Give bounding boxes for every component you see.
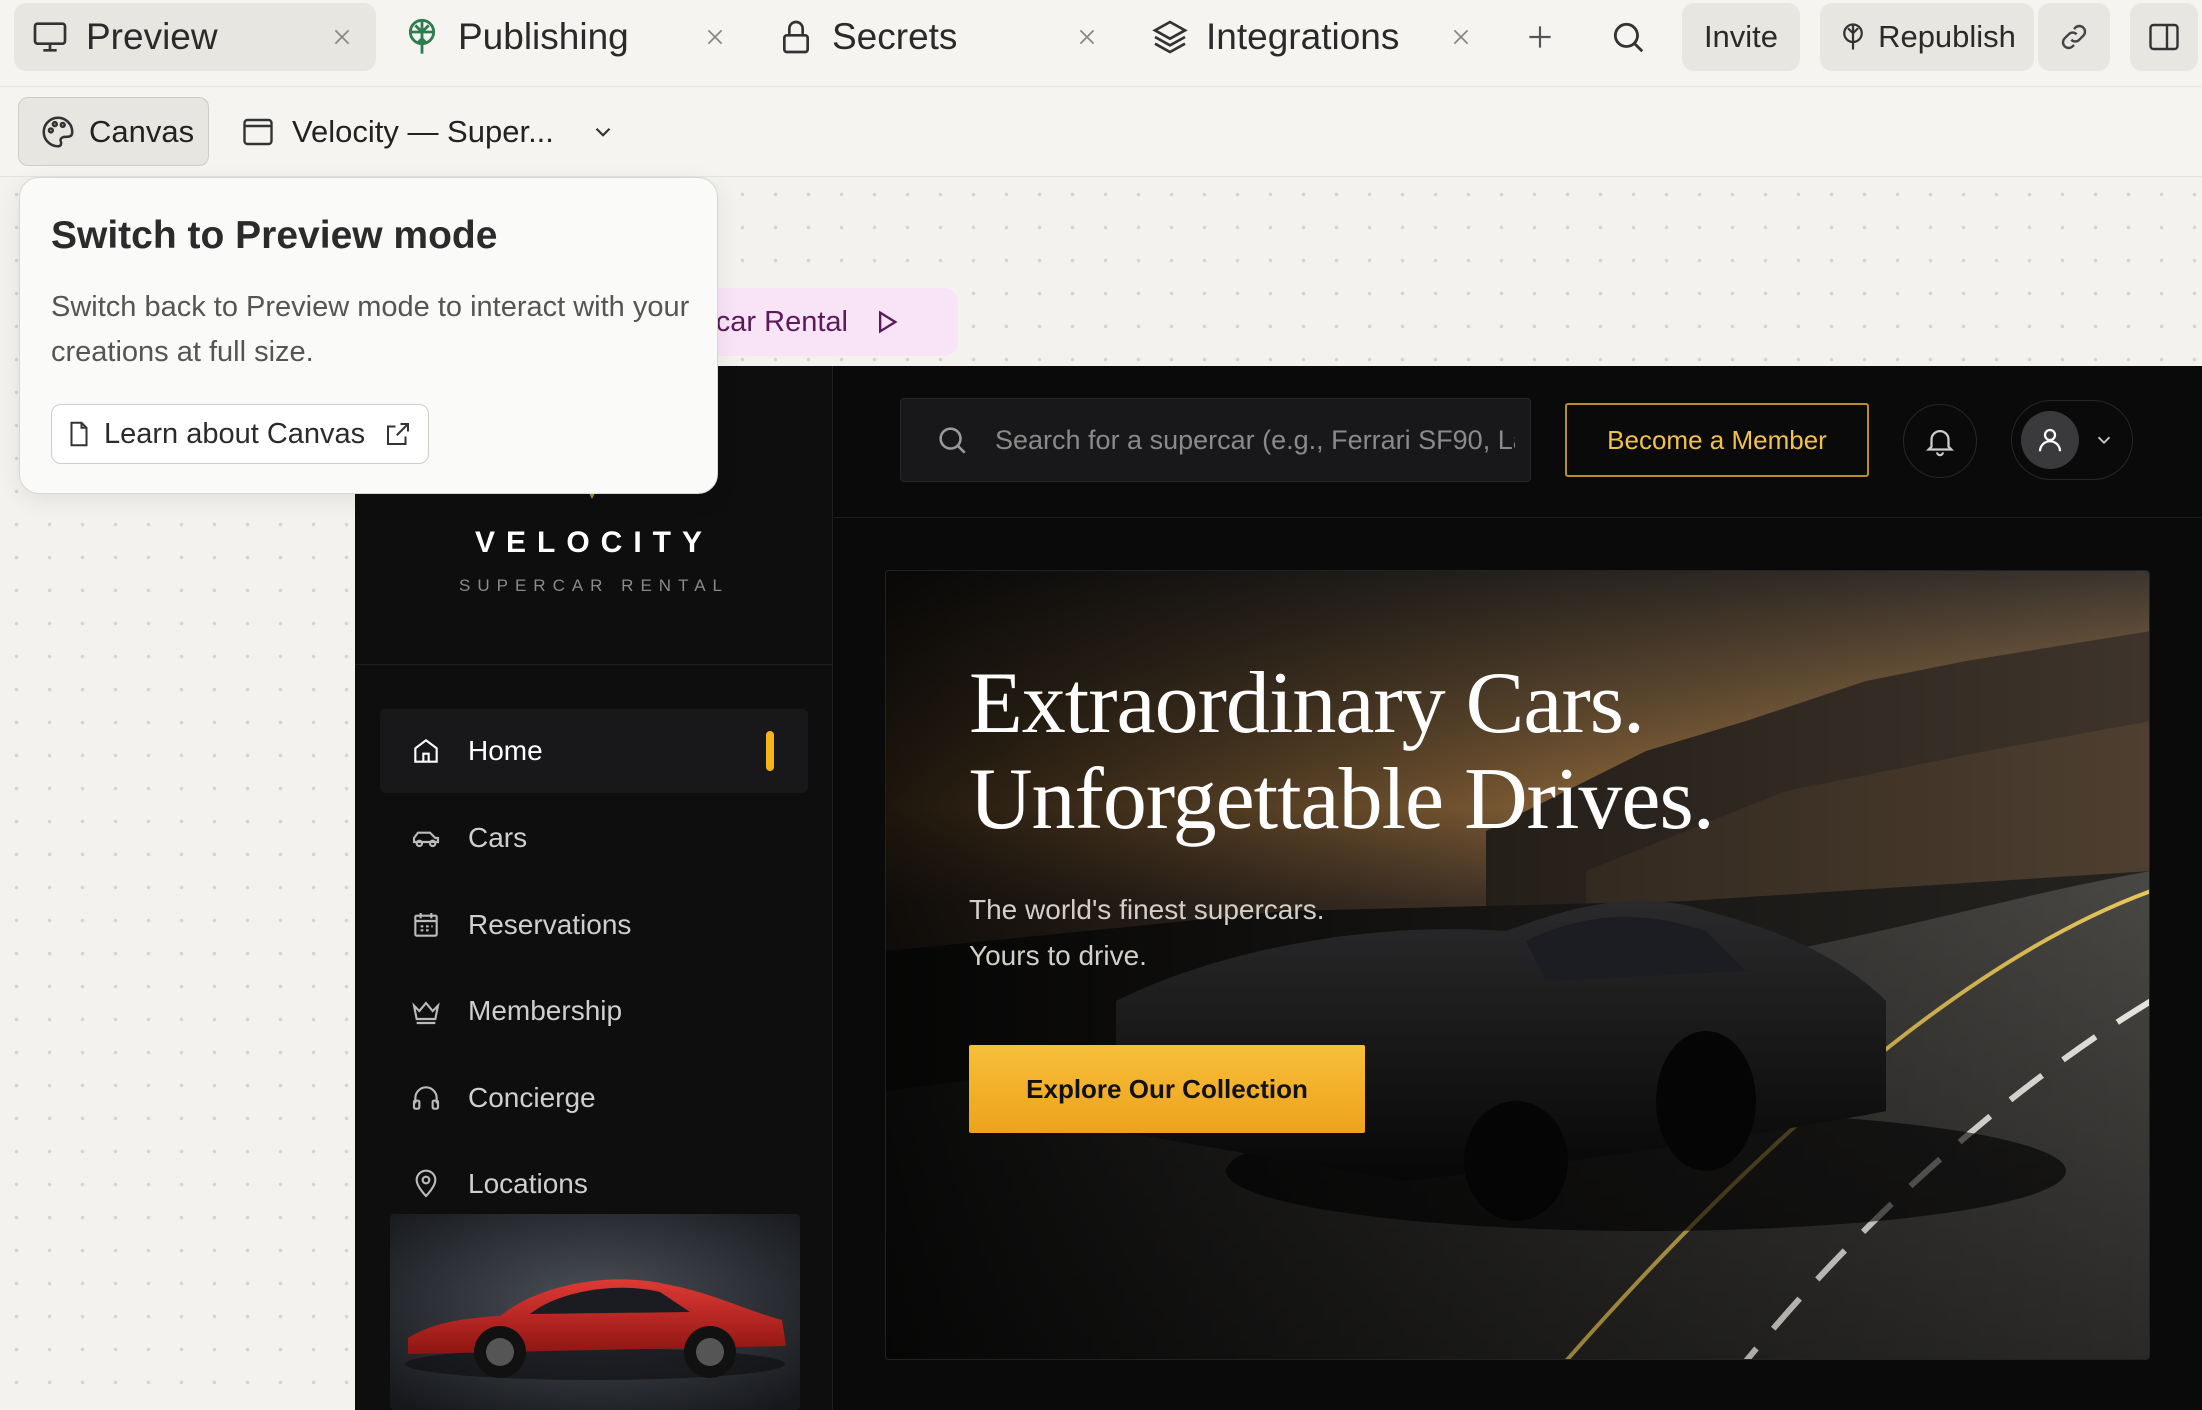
hero-banner: Extraordinary Cars. Unforgettable Drives… bbox=[885, 570, 2150, 1360]
canvas-toolbar: Canvas Velocity — Super... bbox=[0, 88, 2202, 177]
search-icon bbox=[939, 427, 966, 454]
headphones-icon bbox=[412, 1086, 440, 1110]
calendar-icon bbox=[414, 913, 438, 937]
home-icon bbox=[414, 739, 438, 763]
chevron-down-icon bbox=[595, 127, 611, 137]
user-menu[interactable] bbox=[2011, 400, 2133, 480]
search-input[interactable] bbox=[995, 424, 1515, 456]
search-bar[interactable] bbox=[900, 398, 1531, 482]
brand-tagline: SUPERCAR RENTAL bbox=[459, 576, 729, 595]
tab-integrations[interactable]: Integrations bbox=[1138, 3, 1478, 71]
canvas-label: Canvas bbox=[89, 113, 195, 149]
explore-collection-button[interactable]: Explore Our Collection bbox=[969, 1045, 1365, 1133]
copy-link-button[interactable] bbox=[2038, 3, 2110, 71]
globe-tree-icon bbox=[408, 18, 436, 54]
external-link-icon bbox=[387, 423, 410, 445]
tab-label: Integrations bbox=[1206, 16, 1400, 57]
toggle-panel-button[interactable] bbox=[2130, 3, 2198, 71]
nav-label: Locations bbox=[468, 1168, 588, 1199]
monitor-icon bbox=[33, 22, 67, 52]
nav-label: Home bbox=[468, 735, 543, 766]
close-icon[interactable] bbox=[331, 26, 353, 48]
nav-label: Reservations bbox=[468, 909, 632, 940]
become-member-button[interactable]: Become a Member bbox=[1565, 403, 1869, 477]
new-tab-button[interactable] bbox=[1516, 3, 1564, 71]
hero-title: Extraordinary Cars. Unforgettable Drives… bbox=[969, 656, 2069, 848]
sidebar-panel-icon bbox=[2149, 23, 2179, 51]
tab-publishing[interactable]: Publishing bbox=[390, 3, 730, 71]
notifications-button[interactable] bbox=[1903, 404, 1977, 478]
link-icon bbox=[2061, 24, 2087, 50]
tab-preview[interactable]: Preview bbox=[14, 3, 376, 71]
plus-icon bbox=[1529, 26, 1551, 48]
tab-label: Secrets bbox=[832, 16, 958, 57]
invite-label: Invite bbox=[1703, 19, 1779, 54]
tab-secrets[interactable]: Secrets bbox=[764, 3, 1104, 71]
lock-icon bbox=[783, 20, 809, 54]
featured-car-image[interactable] bbox=[390, 1214, 800, 1410]
bell-icon bbox=[1925, 430, 1955, 457]
car-icon bbox=[412, 831, 440, 848]
app-frame: VELOCITY SUPERCAR RENTAL Home Cars Reser… bbox=[355, 366, 2202, 1410]
play-icon[interactable] bbox=[872, 308, 900, 336]
search-button[interactable] bbox=[1602, 3, 1654, 71]
document-icon bbox=[70, 421, 88, 447]
popover-title: Switch to Preview mode bbox=[51, 214, 498, 257]
hero-subtitle: The world's finest supercars. Yours to d… bbox=[969, 887, 1569, 979]
canvas-button[interactable]: Canvas bbox=[18, 97, 209, 166]
app-sidebar: VELOCITY SUPERCAR RENTAL Home Cars Reser… bbox=[355, 366, 833, 1410]
chevron-down-icon bbox=[2097, 436, 2111, 445]
nav-item-concierge[interactable]: Concierge bbox=[380, 1056, 808, 1140]
republish-label: Republish bbox=[1878, 19, 2016, 54]
user-icon bbox=[2038, 428, 2062, 452]
nav-label: Concierge bbox=[468, 1082, 596, 1113]
project-label: Velocity — Super... bbox=[292, 113, 554, 149]
republish-button[interactable]: Republish bbox=[1820, 3, 2034, 71]
active-indicator bbox=[766, 731, 774, 771]
invite-button[interactable]: Invite bbox=[1682, 3, 1800, 71]
nav-item-cars[interactable]: Cars bbox=[380, 796, 808, 880]
avatar bbox=[2021, 411, 2079, 469]
hero-subtitle-line: Yours to drive. bbox=[969, 940, 1147, 971]
hero-title-line: Unforgettable Drives. bbox=[969, 751, 1715, 848]
nav-item-reservations[interactable]: Reservations bbox=[380, 883, 808, 967]
tab-label: Preview bbox=[86, 16, 218, 57]
canvas-info-popover: Switch to Preview mode Switch back to Pr… bbox=[19, 177, 718, 494]
globe-tree-icon bbox=[1843, 23, 1863, 50]
learn-label: Learn about Canvas bbox=[104, 417, 366, 450]
nav-item-membership[interactable]: Membership bbox=[380, 969, 808, 1053]
nav-label: Cars bbox=[468, 822, 528, 853]
nav-item-home[interactable]: Home bbox=[380, 709, 808, 793]
hero-title-line: Extraordinary Cars. bbox=[969, 655, 1645, 752]
divider bbox=[355, 664, 833, 665]
close-icon[interactable] bbox=[704, 26, 726, 48]
nav-label: Membership bbox=[468, 995, 623, 1026]
search-icon bbox=[1613, 22, 1644, 53]
palette-icon bbox=[42, 115, 74, 148]
crown-icon bbox=[412, 1001, 440, 1025]
app-header: Become a Member bbox=[834, 366, 2202, 518]
tab-bar: Preview Publishing Secrets Integrations … bbox=[0, 0, 2202, 87]
close-icon[interactable] bbox=[1076, 26, 1098, 48]
tab-label: Publishing bbox=[458, 16, 629, 57]
layers-icon bbox=[1152, 20, 1188, 54]
close-icon[interactable] bbox=[1450, 26, 1472, 48]
map-pin-icon bbox=[415, 1169, 437, 1198]
learn-about-canvas-button[interactable]: Learn about Canvas bbox=[51, 404, 429, 464]
project-selector[interactable]: Velocity — Super... bbox=[240, 97, 616, 166]
brand-name: VELOCITY bbox=[474, 526, 713, 559]
browser-window-icon bbox=[243, 118, 273, 145]
hero-subtitle-line: The world's finest supercars. bbox=[969, 894, 1325, 925]
popover-body: Switch back to Preview mode to interact … bbox=[51, 291, 690, 368]
